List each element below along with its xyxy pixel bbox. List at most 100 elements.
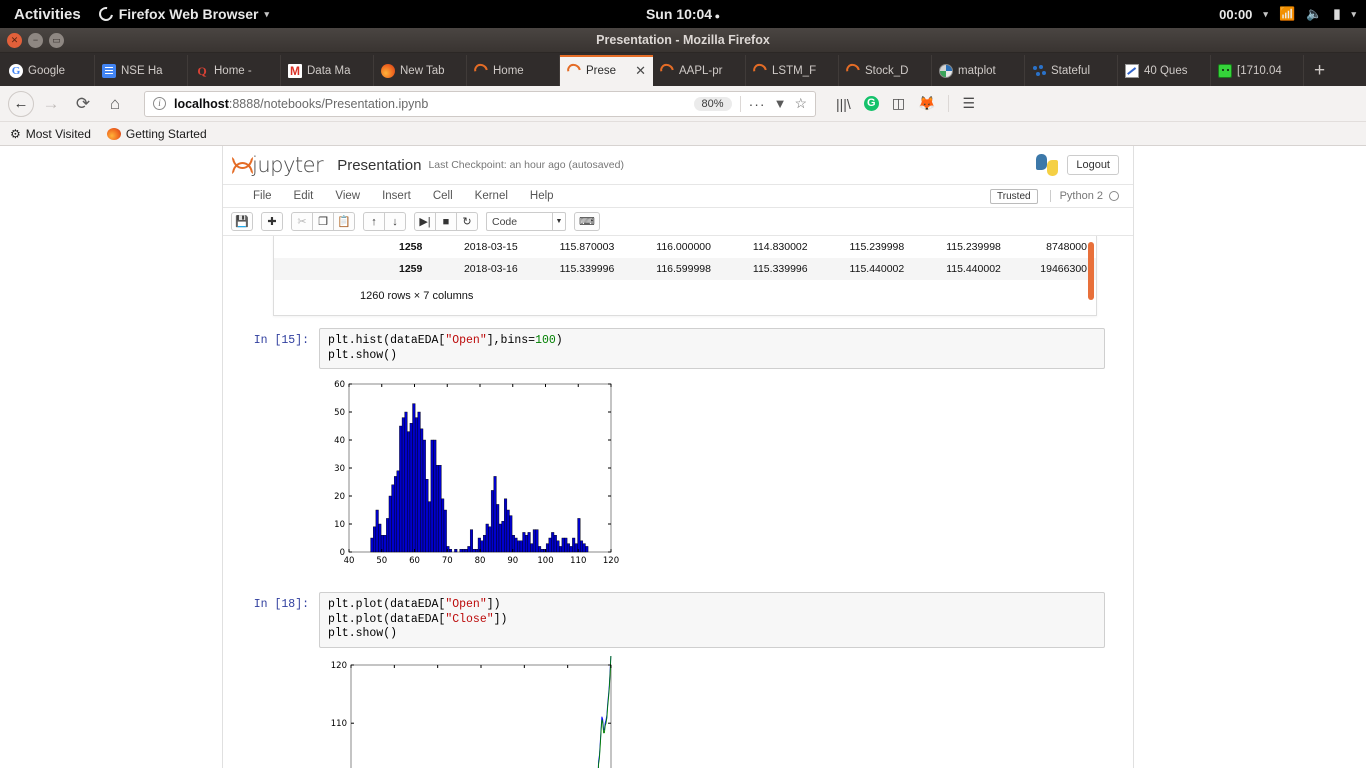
url-bar[interactable]: i localhost:8888/notebooks/Presentation.… [144,90,816,117]
browser-tab[interactable]: AAPL-pr [653,55,746,86]
grammarly-icon[interactable]: G [863,96,879,111]
keyboard-icon[interactable]: ⌨ [574,212,600,231]
url-path: :8888/notebooks/Presentation.ipynb [228,96,429,111]
window-title-bar: ✕ − ▭ Presentation - Mozilla Firefox [0,28,1366,53]
activities-button[interactable]: Activities [10,6,91,23]
bookmark-getting-started[interactable]: Getting Started [106,127,207,141]
tab-label: Stock_D [865,64,909,77]
svg-text:60: 60 [334,380,345,390]
move-up-icon[interactable]: ↑ [363,212,385,231]
cut-icon[interactable]: ✂ [291,212,313,231]
hamburger-menu-icon[interactable]: ☰ [948,95,975,112]
zoom-level-badge[interactable]: 80% [693,96,732,111]
cell-date: 2018-03-16 [463,263,518,275]
svg-text:100: 100 [537,556,553,566]
menu-item-cell[interactable]: Cell [433,190,453,202]
browser-tab[interactable]: [1710.04 [1211,55,1304,86]
tab-label: NSE Ha [121,64,163,77]
fox-extension-icon[interactable]: 🦊 [918,95,935,112]
app-menu-button[interactable]: Firefox Web Browser ▾ [91,4,277,24]
site-info-icon[interactable]: i [153,97,166,110]
pocket-icon[interactable]: ▼ [774,96,787,111]
move-down-icon[interactable]: ↓ [384,212,406,231]
cell-type-select[interactable]: Code ▼ [486,212,566,231]
firefox-icon [106,127,121,140]
paste-icon[interactable]: 📋 [333,212,355,231]
notebook-name[interactable]: Presentation [337,157,421,174]
browser-tab[interactable]: Q Home - [188,55,281,86]
run-cell-icon[interactable]: ▶| [414,212,436,231]
browser-tab[interactable]: Stock_D [839,55,932,86]
browser-tab-active[interactable]: Prese ✕ [560,55,653,86]
jupyter-logo[interactable]: jupyter [231,153,324,177]
menu-item-kernel[interactable]: Kernel [475,190,508,202]
volume-muted-icon[interactable]: 🔈 [1306,6,1322,22]
menu-item-view[interactable]: View [335,190,360,202]
cell-low: 114.830002 [752,241,808,253]
cell-prompt: In [18]: [253,598,309,611]
dataframe-table: 1258 2018-03-15 115.870003 116.000000 11… [274,236,1096,280]
code-editor[interactable]: plt.plot(dataEDA["Open"]) plt.plot(dataE… [319,592,1105,648]
chevron-down-icon: ▾ [264,8,270,19]
star-icon[interactable]: ☆ [794,95,807,112]
timer-label[interactable]: 00:00 [1219,7,1252,22]
google-icon: G [9,63,23,78]
cell-high: 116.000000 [656,241,711,253]
browser-tab[interactable]: New Tab [374,55,467,86]
browser-tab[interactable]: Data Ma [281,55,374,86]
ellipsis-icon[interactable]: ··· [749,96,766,112]
cell-adj-close: 115.239998 [946,241,1001,253]
menu-item-insert[interactable]: Insert [382,190,411,202]
cell-low: 115.339996 [752,263,808,275]
window-maximize-button[interactable]: ▭ [49,32,64,48]
window-minimize-button[interactable]: − [28,32,43,48]
notebook-toolbar: 💾 ✚ ✂ ❐ 📋 ↑ ↓ ▶| ■ ↻ Code ▼ ⌨ [223,208,1133,236]
restart-kernel-icon[interactable]: ↻ [456,212,478,231]
menu-item-edit[interactable]: Edit [294,190,314,202]
logout-button[interactable]: Logout [1067,155,1119,175]
wifi-icon[interactable]: 📶 [1279,6,1295,22]
copy-icon[interactable]: ❐ [312,212,334,231]
cell-high: 116.599998 [656,263,711,275]
close-icon[interactable]: ✕ [635,63,646,79]
add-cell-icon[interactable]: ✚ [261,212,283,231]
lineplot-figure: 708090100110120 [319,650,619,768]
new-tab-button[interactable]: + [1304,55,1335,86]
window-close-button[interactable]: ✕ [7,32,22,48]
code-cell[interactable]: In [15]: plt.hist(dataEDA["Open"],bins=1… [251,328,1105,369]
divider [739,95,741,112]
browser-tab[interactable]: Home [467,55,560,86]
gear-icon: ⚙ [10,126,21,141]
browser-tab[interactable]: NSE Ha [95,55,188,86]
menu-item-help[interactable]: Help [530,190,554,202]
browser-tab[interactable]: LSTM_F [746,55,839,86]
tab-label: Google [28,64,66,77]
browser-tab[interactable]: Stateful [1025,55,1118,86]
browser-tab[interactable]: matplot [932,55,1025,86]
interrupt-kernel-icon[interactable]: ■ [435,212,457,231]
browser-tab[interactable]: 40 Ques [1118,55,1211,86]
battery-icon[interactable]: ▮ [1333,6,1340,22]
save-icon[interactable]: 💾 [231,212,253,231]
checkpoint-status: Last Checkpoint: an hour ago (autosaved) [428,159,624,171]
home-icon[interactable]: ⌂ [100,90,130,118]
code-cell[interactable]: In [18]: plt.plot(dataEDA["Open"]) plt.p… [251,592,1105,648]
code-editor[interactable]: plt.hist(dataEDA["Open"],bins=100) plt.s… [319,328,1105,369]
trusted-badge[interactable]: Trusted [990,188,1038,204]
sidebar-icon[interactable]: ◫ [892,95,905,112]
tab-label: 40 Ques [1144,64,1188,77]
tab-strip: G Google NSE Ha Q Home - Data Ma New Tab… [0,53,1366,86]
browser-tab[interactable]: G Google [2,55,95,86]
system-menu-chevron-icon[interactable]: ▾ [1351,9,1356,20]
bookmark-most-visited[interactable]: ⚙ Most Visited [10,127,91,141]
firefox-window: ✕ − ▭ Presentation - Mozilla Firefox G G… [0,28,1366,768]
bookmark-label: Most Visited [25,126,91,141]
dataframe-scrollbar-thumb[interactable] [1088,242,1094,300]
menu-item-file[interactable]: File [253,190,272,202]
library-icon[interactable]: |||\ [836,96,851,112]
forward-arrow-icon[interactable]: → [36,90,66,118]
kernel-indicator[interactable]: Python 2 [1049,190,1119,202]
app-menu-label: Firefox Web Browser [118,6,259,22]
back-arrow-icon[interactable]: ← [8,90,34,117]
reload-icon[interactable]: ⟳ [68,90,98,118]
